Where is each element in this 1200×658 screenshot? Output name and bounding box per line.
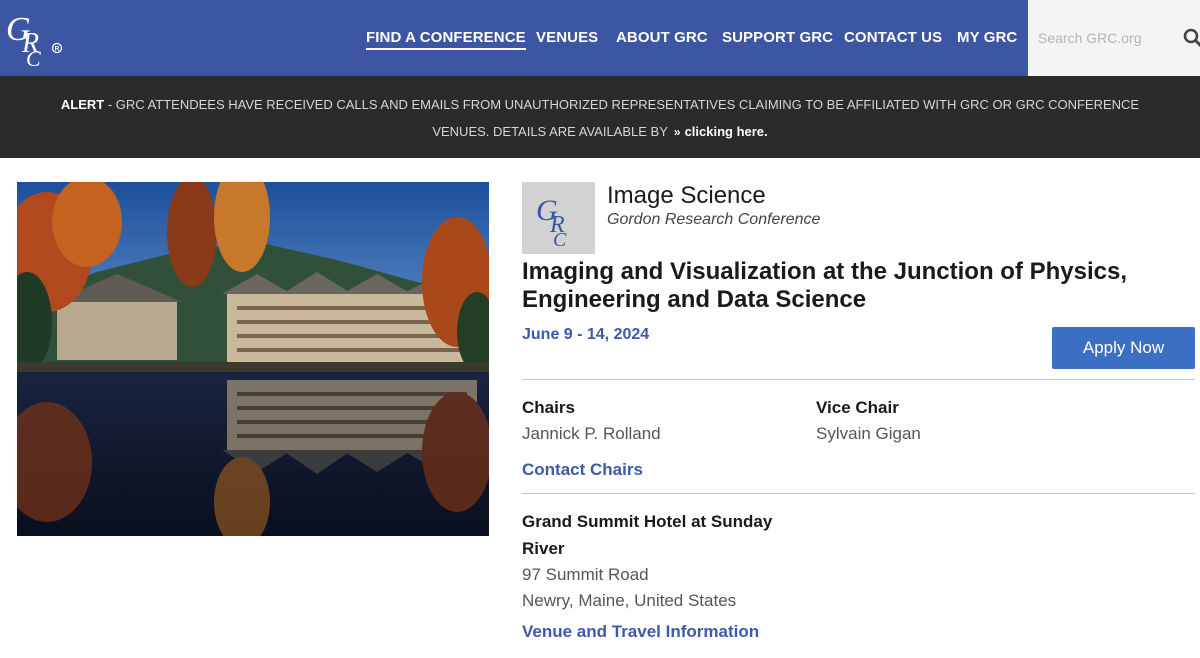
nav-about-grc[interactable]: ABOUT GRC [616, 29, 708, 46]
venue-address-line1: 97 Summit Road [522, 565, 649, 584]
svg-text:R: R [55, 46, 60, 53]
vice-chair-label: Vice Chair [816, 398, 899, 417]
venue-travel-link[interactable]: Venue and Travel Information [522, 622, 759, 642]
search-input[interactable] [1038, 27, 1168, 49]
divider [522, 379, 1195, 380]
nav-my-grc[interactable]: MY GRC [957, 29, 1017, 46]
venue-name: Grand Summit Hotel at Sunday River [522, 512, 773, 558]
apply-now-button[interactable]: Apply Now [1052, 327, 1195, 369]
alert-line-1: ALERT - GRC ATTENDEES HAVE RECEIVED CALL… [0, 97, 1200, 112]
alert-message-2: VENUES. DETAILS ARE AVAILABLE BY [432, 124, 668, 139]
conference-series-title: Image Science [607, 182, 766, 209]
nav-contact-us[interactable]: CONTACT US [844, 29, 942, 46]
site-header: G R C R FIND A CONFERENCE VENUES ABOUT G… [0, 0, 1200, 76]
conference-series-subtitle: Gordon Research Conference [607, 211, 821, 228]
alert-line-2: VENUES. DETAILS ARE AVAILABLE BY » clickin… [0, 124, 1200, 139]
alert-banner: ALERT - GRC ATTENDEES HAVE RECEIVED CALL… [0, 76, 1200, 158]
conference-dates: June 9 - 14, 2024 [522, 326, 650, 343]
nav-find-a-conference[interactable]: FIND A CONFERENCE [366, 29, 526, 50]
alert-link[interactable]: clicking here. [685, 124, 768, 139]
alert-label: ALERT [60, 97, 105, 112]
grc-logo[interactable]: G R C R [4, 8, 66, 68]
chairs-label: Chairs [522, 398, 575, 417]
divider [522, 493, 1195, 494]
nav-support-grc[interactable]: SUPPORT GRC [722, 29, 833, 46]
svg-text:C: C [26, 46, 41, 68]
contact-chairs-link[interactable]: Contact Chairs [522, 460, 643, 480]
venue-address-line2: Newry, Maine, United States [522, 591, 737, 610]
svg-text:C: C [553, 229, 567, 251]
conference-headline: Imaging and Visualization at the Junctio… [522, 258, 1127, 313]
double-chevron-right-icon: » [673, 125, 681, 139]
venue-photo [17, 182, 489, 536]
chairs-value: Jannick P. Rolland [522, 424, 661, 443]
nav-venues[interactable]: VENUES [536, 29, 598, 46]
search-icon[interactable] [1183, 28, 1200, 48]
search-box [1028, 0, 1200, 76]
conference-grc-logo: G R C [522, 182, 595, 254]
vice-chair-value: Sylvain Gigan [816, 424, 921, 443]
alert-message: - GRC ATTENDEES HAVE RECEIVED CALLS AND … [104, 97, 1140, 112]
